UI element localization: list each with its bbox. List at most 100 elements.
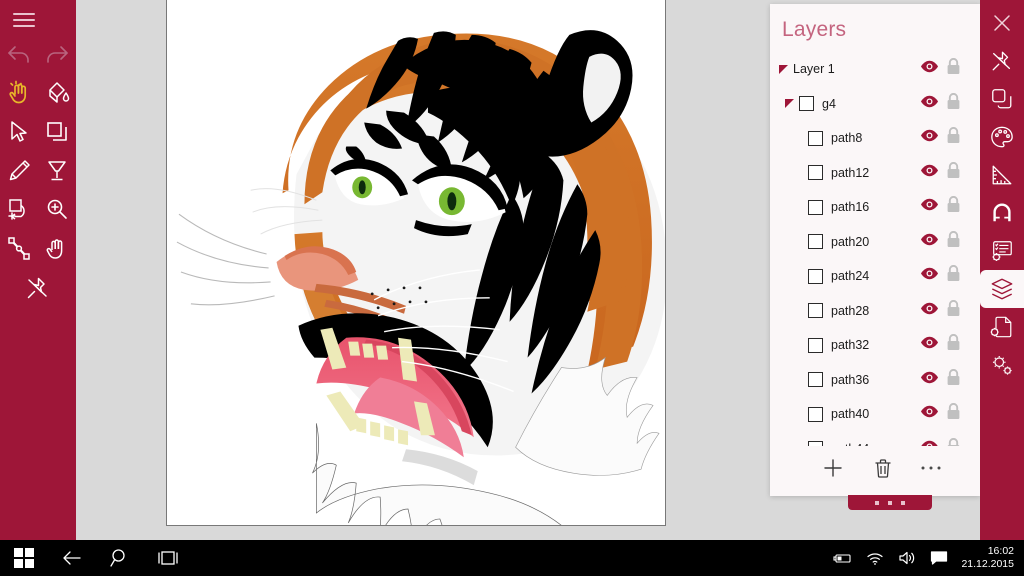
lock-toggle-icon[interactable] xyxy=(946,265,961,287)
back-button[interactable] xyxy=(48,540,96,576)
lock-toggle-icon[interactable] xyxy=(946,127,961,149)
layer-label: path12 xyxy=(831,166,869,180)
pin-panel-button[interactable] xyxy=(980,42,1024,80)
layer-checkbox[interactable] xyxy=(808,165,823,180)
visibility-toggle-icon[interactable] xyxy=(920,129,939,147)
lock-toggle-icon[interactable] xyxy=(946,162,961,184)
start-button[interactable] xyxy=(0,540,48,576)
preferences-panel-button[interactable] xyxy=(980,232,1024,270)
battery-icon xyxy=(833,551,853,565)
transform-panel-button[interactable] xyxy=(980,156,1024,194)
touch-select-tool[interactable] xyxy=(0,73,38,112)
expander-triangle-icon[interactable] xyxy=(785,99,794,108)
canvas-area[interactable] xyxy=(76,0,770,540)
lock-toggle-icon[interactable] xyxy=(946,196,961,218)
layer-row-path32[interactable]: path32 xyxy=(770,328,980,363)
pan-tool[interactable] xyxy=(38,229,76,268)
pencil-tool[interactable] xyxy=(0,151,38,190)
layer-row-g4[interactable]: g4 xyxy=(770,87,980,122)
zoom-tool[interactable] xyxy=(38,190,76,229)
visibility-toggle-icon[interactable] xyxy=(920,95,939,113)
shape-tool[interactable] xyxy=(38,112,76,151)
lock-icon xyxy=(946,127,961,144)
search-button[interactable] xyxy=(96,540,144,576)
layer-checkbox[interactable] xyxy=(808,407,823,422)
select-tool[interactable] xyxy=(0,112,38,151)
visibility-toggle-icon[interactable] xyxy=(920,336,939,354)
eye-icon xyxy=(920,164,939,177)
lock-toggle-icon[interactable] xyxy=(946,231,961,253)
notification-icon xyxy=(930,550,948,566)
layer-row-path8[interactable]: path8 xyxy=(770,121,980,156)
layer-checkbox[interactable] xyxy=(808,200,823,215)
eye-icon xyxy=(920,60,939,73)
lock-toggle-icon[interactable] xyxy=(946,93,961,115)
layer-row-path28[interactable]: path28 xyxy=(770,294,980,329)
document-page[interactable] xyxy=(166,0,666,526)
panel-drag-handle[interactable] xyxy=(848,495,932,510)
layer-checkbox[interactable] xyxy=(808,234,823,249)
calligraphy-tool[interactable] xyxy=(38,151,76,190)
add-layer-button[interactable] xyxy=(817,452,849,484)
battery-tray-icon[interactable] xyxy=(827,540,859,576)
undo-button[interactable] xyxy=(0,34,38,73)
layer-row-layer1[interactable]: Layer 1 xyxy=(770,52,980,87)
visibility-toggle-icon[interactable] xyxy=(920,302,939,320)
layer-checkbox[interactable] xyxy=(808,338,823,353)
layers-list[interactable]: Layer 1 g4 xyxy=(770,52,980,446)
pin-toolbar-button[interactable] xyxy=(0,268,76,307)
visibility-toggle-icon[interactable] xyxy=(920,233,939,251)
task-view-button[interactable] xyxy=(144,540,192,576)
redo-button[interactable] xyxy=(38,34,76,73)
layer-row-path20[interactable]: path20 xyxy=(770,225,980,260)
lock-toggle-icon[interactable] xyxy=(946,334,961,356)
delete-layer-button[interactable] xyxy=(867,452,899,484)
action-center-icon[interactable] xyxy=(923,540,955,576)
hamburger-menu-icon[interactable] xyxy=(8,7,40,33)
more-options-button[interactable] xyxy=(915,452,947,484)
palette-panel-button[interactable] xyxy=(980,118,1024,156)
lock-icon xyxy=(946,162,961,179)
layer-label: path8 xyxy=(831,131,862,145)
layer-row-path24[interactable]: path24 xyxy=(770,259,980,294)
lock-toggle-icon[interactable] xyxy=(946,438,961,446)
lock-toggle-icon[interactable] xyxy=(946,369,961,391)
paint-bucket-tool[interactable] xyxy=(38,73,76,112)
add-node-icon xyxy=(6,197,32,223)
layers-panel-button[interactable] xyxy=(980,270,1024,308)
node-line-tool[interactable] xyxy=(0,229,38,268)
add-node-tool[interactable] xyxy=(0,190,38,229)
layer-row-path16[interactable]: path16 xyxy=(770,190,980,225)
expander-triangle-icon[interactable] xyxy=(779,65,788,74)
visibility-toggle-icon[interactable] xyxy=(920,198,939,216)
visibility-toggle-icon[interactable] xyxy=(920,60,939,78)
document-properties-button[interactable] xyxy=(980,308,1024,346)
layer-checkbox[interactable] xyxy=(808,269,823,284)
visibility-toggle-icon[interactable] xyxy=(920,164,939,182)
layer-checkbox[interactable] xyxy=(808,131,823,146)
settings-panel-button[interactable] xyxy=(980,346,1024,384)
layer-row-path40[interactable]: path40 xyxy=(770,397,980,432)
lock-toggle-icon[interactable] xyxy=(946,300,961,322)
layer-checkbox[interactable] xyxy=(799,96,814,111)
layer-checkbox[interactable] xyxy=(808,372,823,387)
snapping-panel-button[interactable] xyxy=(980,194,1024,232)
visibility-toggle-icon[interactable] xyxy=(920,405,939,423)
grip-dot xyxy=(901,501,905,505)
objects-panel-button[interactable] xyxy=(980,80,1024,118)
lock-toggle-icon[interactable] xyxy=(946,58,961,80)
pencil-icon xyxy=(6,158,32,184)
visibility-toggle-icon[interactable] xyxy=(920,267,939,285)
visibility-toggle-icon[interactable] xyxy=(920,371,939,389)
volume-tray-icon[interactable] xyxy=(891,540,923,576)
layer-checkbox[interactable] xyxy=(808,303,823,318)
wifi-tray-icon[interactable] xyxy=(859,540,891,576)
layer-row-path12[interactable]: path12 xyxy=(770,156,980,191)
layers-stack-icon xyxy=(990,277,1014,301)
taskbar-clock[interactable]: 16:02 21.12.2015 xyxy=(955,545,1024,571)
lock-toggle-icon[interactable] xyxy=(946,403,961,425)
layer-row-path44[interactable]: path44 xyxy=(770,432,980,447)
close-panel-button[interactable] xyxy=(980,4,1024,42)
eye-icon xyxy=(920,129,939,142)
layer-row-path36[interactable]: path36 xyxy=(770,363,980,398)
